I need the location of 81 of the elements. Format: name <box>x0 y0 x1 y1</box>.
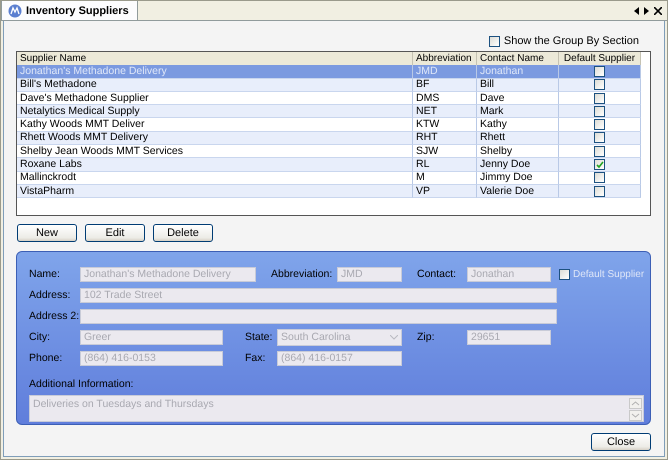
action-button[interactable]: Edit <box>85 224 145 242</box>
text-field[interactable]: (864) 416-0153 <box>80 350 223 366</box>
table-cell: VP <box>413 184 477 198</box>
table-cell: Mark <box>477 105 559 118</box>
field-label: Name: <box>29 268 61 280</box>
close-icon[interactable] <box>654 7 662 15</box>
checkbox[interactable] <box>594 66 605 77</box>
checkbox[interactable] <box>594 92 605 104</box>
table-cell: Jenny Doe <box>477 158 559 172</box>
table-cell: Valerie Doe <box>477 184 559 198</box>
table-cell: Jonathan's Methadone Delivery <box>17 65 413 79</box>
scrollbar-icon[interactable] <box>629 398 642 421</box>
table-cell: RHT <box>413 132 477 146</box>
table-cell: Bill's Methadone <box>17 78 413 92</box>
state-dropdown[interactable]: South Carolina <box>277 328 402 346</box>
text-field[interactable]: 29651 <box>467 330 551 344</box>
close-button[interactable]: Close <box>591 433 651 451</box>
field-label: Address 2: <box>29 310 80 322</box>
checkbox[interactable] <box>559 268 570 280</box>
table-cell: Jonathan <box>477 65 559 79</box>
table-cell: Jimmy Doe <box>477 172 559 185</box>
table-cell: DMS <box>413 92 477 106</box>
field-label: City: <box>29 331 51 343</box>
column-header[interactable]: Abbreviation <box>413 52 477 65</box>
table-cell: KTW <box>413 118 477 132</box>
window-title: Inventory Suppliers <box>26 4 129 16</box>
table-cell: Roxane Labs <box>17 158 413 172</box>
text-field[interactable] <box>80 308 557 324</box>
action-button[interactable]: Delete <box>153 224 213 242</box>
table-cell: JMD <box>413 65 477 79</box>
checkbox[interactable] <box>594 106 605 117</box>
table-cell: Netalytics Medical Supply <box>17 105 413 118</box>
text-field[interactable]: Jonathan's Methadone Delivery <box>80 266 256 282</box>
field-label: Fax: <box>245 352 266 364</box>
column-header[interactable]: Contact Name <box>477 52 559 65</box>
table-cell: Mallinckrodt <box>17 172 413 185</box>
text-field[interactable]: JMD <box>337 266 402 282</box>
table-cell: BF <box>413 78 477 92</box>
checkbox[interactable] <box>594 186 605 197</box>
scroll-right-icon[interactable] <box>644 7 649 15</box>
table-cell: Shelby <box>477 145 559 158</box>
table-cell: Bill <box>477 78 559 92</box>
column-header[interactable]: Supplier Name <box>17 52 413 65</box>
field-label: Phone: <box>29 352 64 364</box>
table-cell: Rhett <box>477 132 559 146</box>
field-label: Address: <box>29 289 72 301</box>
table-cell: Kathy <box>477 118 559 132</box>
app-logo-icon <box>8 4 22 18</box>
checkbox-label: Default Supplier <box>573 268 644 280</box>
action-button[interactable]: New <box>17 224 77 242</box>
text-field[interactable]: Jonathan <box>467 266 551 282</box>
checkbox[interactable] <box>594 172 605 184</box>
table-cell: NET <box>413 105 477 118</box>
checkbox[interactable] <box>594 146 605 157</box>
field-label: Zip: <box>417 331 436 343</box>
notes-field[interactable]: Deliveries on Tuesdays and Thursdays <box>29 395 644 422</box>
field-label: Contact: <box>417 268 458 280</box>
table-cell: Kathy Woods MMT Deliver <box>17 118 413 132</box>
field-label: Additional Information: <box>29 378 134 390</box>
checkbox[interactable] <box>594 159 605 170</box>
scroll-left-icon[interactable] <box>634 7 639 15</box>
checkbox-label: Show the Group By Section <box>504 35 639 47</box>
table-cell: Shelby Jean Woods MMT Services <box>17 145 413 158</box>
text-field[interactable]: (864) 416-0157 <box>277 350 402 366</box>
checkbox[interactable] <box>594 79 605 90</box>
column-header[interactable]: Default Supplier <box>559 52 641 65</box>
table-cell: VistaPharm <box>17 184 413 198</box>
checkbox[interactable] <box>594 132 605 144</box>
table-cell: M <box>413 172 477 185</box>
table-cell: Dave's Methadone Supplier <box>17 92 413 106</box>
document-tab[interactable]: Inventory Suppliers <box>1 1 138 20</box>
field-label: State: <box>245 331 274 343</box>
text-field[interactable]: 102 Trade Street <box>80 288 557 302</box>
checkbox[interactable] <box>488 36 500 46</box>
table-cell: SJW <box>413 145 477 158</box>
table-cell: Dave <box>477 92 559 106</box>
table-cell: Rhett Woods MMT Delivery <box>17 132 413 146</box>
checkbox[interactable] <box>594 119 605 130</box>
table-cell: RL <box>413 158 477 172</box>
field-label: Abbreviation: <box>271 268 334 280</box>
text-field[interactable]: Greer <box>80 330 223 344</box>
